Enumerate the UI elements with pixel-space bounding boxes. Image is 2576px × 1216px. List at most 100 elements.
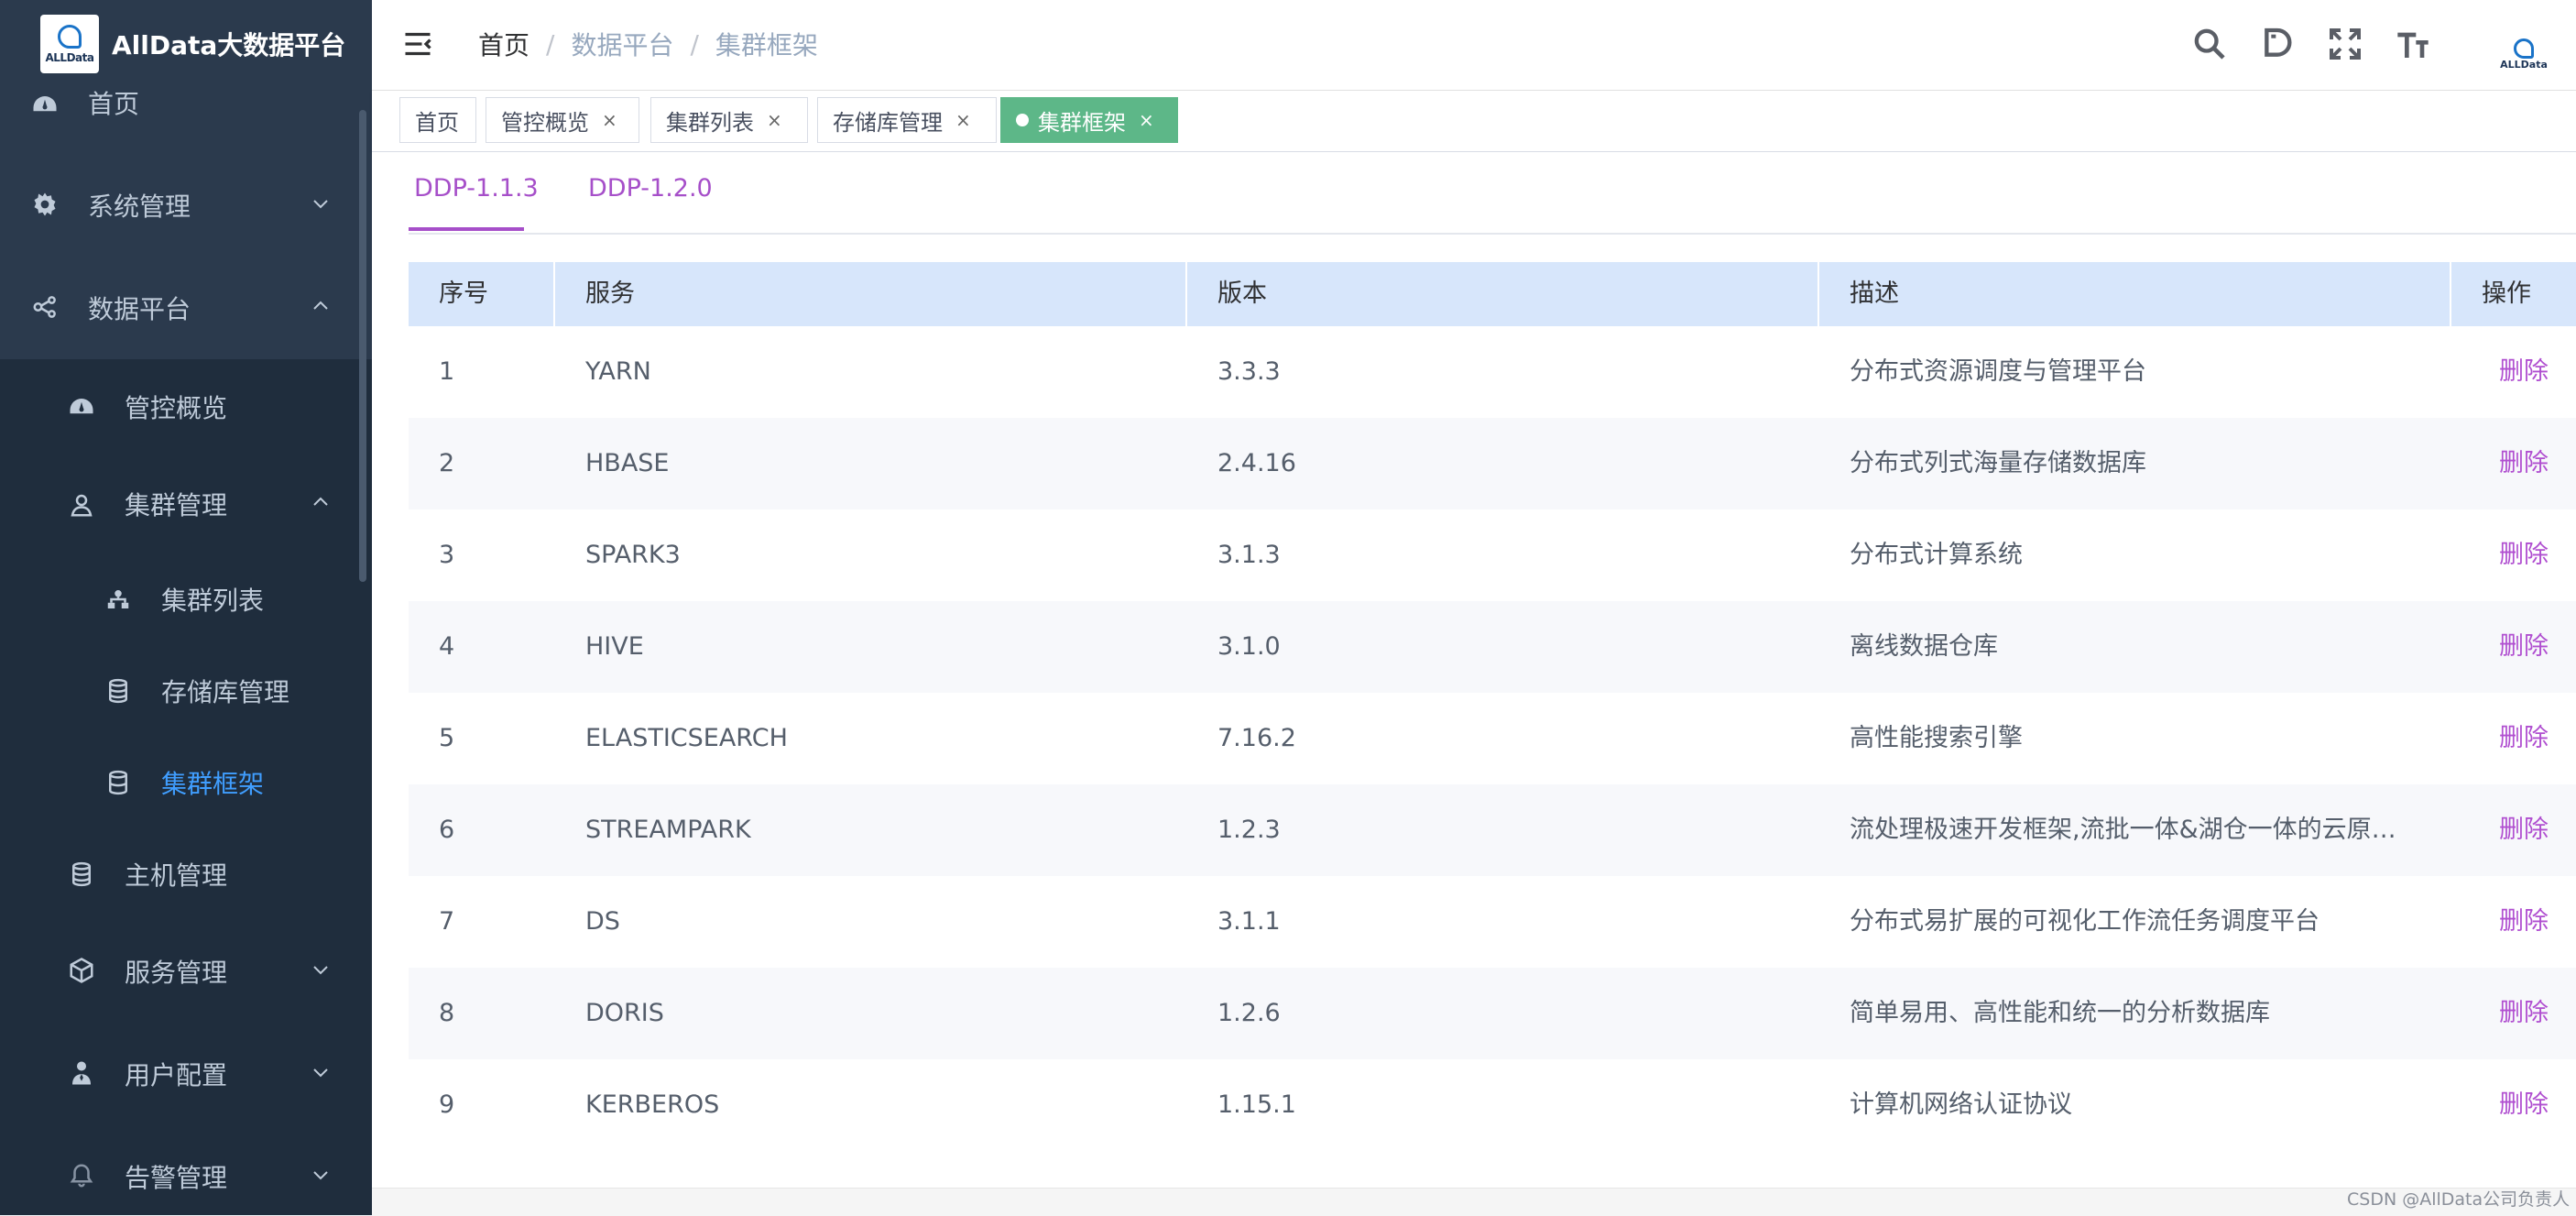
delete-button[interactable]: 删除 [2451, 1059, 2576, 1151]
column-header-action: 操作 [2482, 279, 2531, 308]
cell-service: HBASE [585, 449, 670, 477]
dashboard-icon [68, 394, 95, 422]
sidebar-item-label: 服务管理 [125, 958, 228, 988]
cell-service: KERBEROS [585, 1090, 720, 1119]
table-row: 2 HBASE 2.4.16 分布式列式海量存储数据库 删除 [409, 418, 2576, 509]
cell-service: HIVE [585, 632, 644, 661]
app-logo-bar[interactable]: ALLData AllData大数据平台 [0, 0, 372, 88]
sidebar-item-label: 集群管理 [125, 490, 228, 520]
table-row: 1 YARN 3.3.3 分布式资源调度与管理平台 删除 [409, 326, 2576, 418]
delete-button[interactable]: 删除 [2451, 509, 2576, 601]
cell-version: 1.2.3 [1217, 816, 1281, 844]
table-row: 4 HIVE 3.1.0 离线数据仓库 删除 [409, 601, 2576, 693]
font-size-button[interactable] [2393, 24, 2433, 64]
tag-label: 集群列表 [666, 109, 754, 136]
sidebar-scrollbar[interactable] [359, 110, 366, 582]
sidebar-item-label: 集群列表 [161, 586, 265, 616]
active-tab-indicator [409, 227, 524, 231]
table-row: 9 KERBEROS 1.15.1 计算机网络认证协议 删除 [409, 1059, 2576, 1151]
breadcrumb-data-platform: 数据平台 [571, 30, 674, 60]
delete-button[interactable]: 删除 [2451, 876, 2576, 968]
hamburger-icon[interactable] [401, 27, 434, 60]
cell-index: 1 [439, 357, 455, 386]
sidebar-item-host-management[interactable]: 主机管理 [0, 828, 372, 920]
cell-description: 分布式计算系统 [1850, 541, 2023, 569]
cell-version: 3.1.3 [1217, 541, 1281, 569]
user-config-icon [68, 1059, 95, 1087]
cell-description: 高性能搜索引擎 [1850, 724, 2023, 752]
table-row: 7 DS 3.1.1 分布式易扩展的可视化工作流任务调度平台 删除 [409, 876, 2576, 968]
sidebar-item-data-platform[interactable]: 数据平台 [0, 257, 372, 359]
main-content: DDP-1.1.3 DDP-1.2.0 序号 服务 版本 描述 操作 1 YARN… [372, 152, 2576, 1216]
dashboard-icon [31, 92, 59, 119]
sidebar-item-cluster-framework[interactable]: 集群框架 [0, 737, 372, 828]
active-dot-icon [1016, 114, 1029, 126]
sidebar-item-cluster-list[interactable]: 集群列表 [0, 553, 372, 645]
delete-button[interactable]: 删除 [2451, 693, 2576, 784]
search-button[interactable] [2189, 24, 2230, 64]
column-header-index: 序号 [409, 262, 555, 326]
breadcrumb-separator: / [546, 28, 555, 60]
sidebar-item-alert-management[interactable]: 告警管理 [0, 1125, 372, 1215]
chevron-down-icon [313, 200, 328, 209]
cell-version: 1.15.1 [1217, 1090, 1296, 1119]
sidebar-item-cluster-management[interactable]: 集群管理 [0, 456, 372, 553]
tag-label: 首页 [415, 109, 459, 136]
tag-close-icon[interactable]: × [955, 109, 971, 131]
tab-ddp-1-2-0[interactable]: DDP-1.2.0 [588, 174, 713, 203]
server-icon [68, 860, 95, 888]
tag-cluster-framework[interactable]: 集群框架 × [1000, 97, 1178, 143]
top-navbar: 首页 / 数据平台 / 集群框架 ALLData [372, 0, 2576, 91]
database-icon [104, 769, 132, 796]
avatar[interactable]: ALLData [2500, 38, 2548, 75]
table-row: 3 SPARK3 3.1.3 分布式计算系统 删除 [409, 509, 2576, 601]
column-header-service: 服务 [555, 262, 1187, 326]
chevron-up-icon [313, 301, 328, 310]
gear-icon [31, 191, 59, 218]
tag-label: 存储库管理 [833, 109, 943, 136]
delete-button[interactable]: 删除 [2451, 784, 2576, 876]
cell-version: 7.16.2 [1217, 724, 1296, 752]
chevron-down-icon [313, 1171, 328, 1180]
sidebar-item-service-management[interactable]: 服务管理 [0, 920, 372, 1023]
tag-home[interactable]: 首页 [399, 97, 476, 143]
document-icon [2265, 27, 2292, 57]
tag-label: 集群框架 [1038, 109, 1126, 136]
document-button[interactable] [2257, 24, 2298, 64]
sidebar-item-user-config[interactable]: 用户配置 [0, 1023, 372, 1125]
delete-button[interactable]: 删除 [2451, 601, 2576, 693]
sidebar-item-label: 用户配置 [125, 1060, 228, 1090]
tag-cluster-list[interactable]: 集群列表 × [650, 97, 808, 143]
cell-description: 离线数据仓库 [1850, 632, 1998, 661]
tag-label: 管控概览 [501, 109, 589, 136]
cluster-icon [104, 586, 132, 613]
tag-close-icon[interactable]: × [602, 109, 617, 131]
sidebar-item-system[interactable]: 系统管理 [0, 154, 372, 257]
sidebar-item-label: 管控概览 [125, 393, 228, 423]
cell-index: 9 [439, 1090, 455, 1119]
cell-index: 3 [439, 541, 455, 569]
tab-ddp-1-1-3[interactable]: DDP-1.1.3 [414, 174, 539, 203]
tag-repository[interactable]: 存储库管理 × [817, 97, 997, 143]
delete-button[interactable]: 删除 [2451, 968, 2576, 1059]
tags-view: 首页 管控概览 × 集群列表 × 存储库管理 × 集群框架 × [372, 91, 2576, 152]
delete-button[interactable]: 删除 [2451, 326, 2576, 418]
tag-close-icon[interactable]: × [767, 109, 782, 131]
version-tabs: DDP-1.1.3 DDP-1.2.0 [409, 152, 2576, 235]
tag-overview[interactable]: 管控概览 × [486, 97, 639, 143]
table-header: 序号 服务 版本 描述 操作 [409, 262, 2576, 326]
tag-close-icon[interactable]: × [1139, 109, 1154, 131]
delete-button[interactable]: 删除 [2451, 418, 2576, 509]
fullscreen-button[interactable] [2325, 24, 2365, 64]
cell-version: 3.3.3 [1217, 357, 1281, 386]
breadcrumb-home[interactable]: 首页 [478, 26, 529, 62]
breadcrumb-current: 集群框架 [715, 30, 818, 60]
cell-description: 简单易用、高性能和统一的分析数据库 [1850, 999, 2270, 1027]
sidebar-item-overview[interactable]: 管控概览 [0, 359, 372, 456]
breadcrumb-separator: / [690, 28, 699, 60]
cell-index: 4 [439, 632, 455, 661]
sidebar-item-repository[interactable]: 存储库管理 [0, 645, 372, 737]
cell-description: 分布式资源调度与管理平台 [1850, 357, 2146, 386]
cell-index: 2 [439, 449, 455, 477]
cell-service: DS [585, 907, 620, 936]
